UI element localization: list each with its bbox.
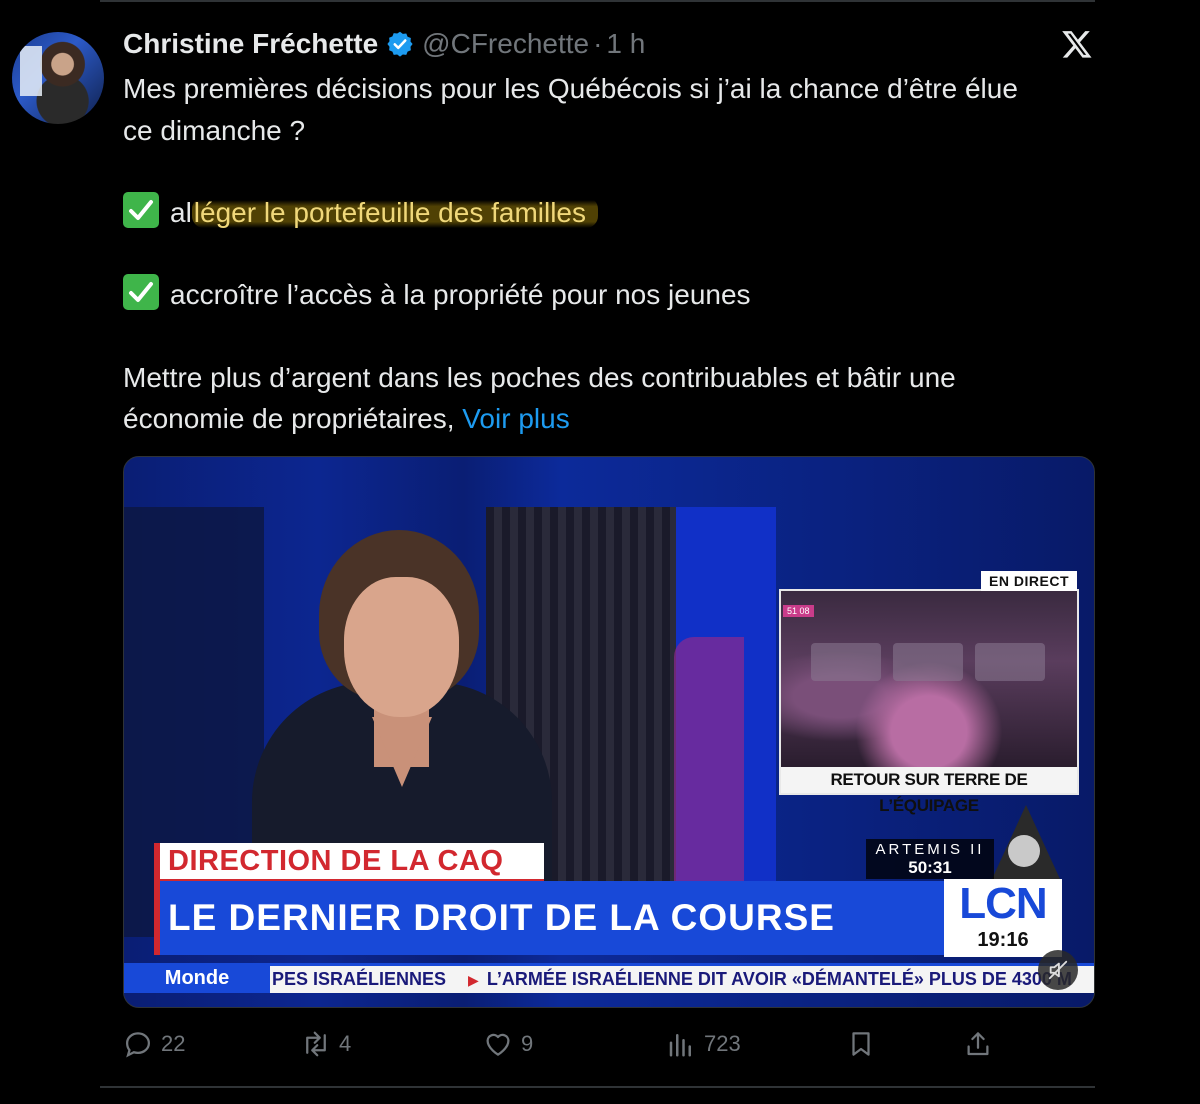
ticker-left: PES ISRAÉLIENNES — [272, 969, 447, 989]
like-icon — [486, 1033, 510, 1056]
timestamp[interactable]: 1 h — [606, 28, 645, 60]
reply-button[interactable]: 22 — [123, 1026, 185, 1062]
artemis-moon-icon — [1008, 835, 1040, 867]
bottom-divider — [100, 1086, 1095, 1088]
reply-count: 22 — [161, 1031, 186, 1056]
views-icon — [669, 1034, 691, 1057]
bookmark-button[interactable] — [846, 1026, 884, 1062]
author-handle[interactable]: @CFrechette — [422, 28, 589, 60]
ticker-text: PES ISRAÉLIENNES ▶ L’ARMÉE ISRAÉLIENNE DIT… — [272, 966, 1072, 993]
separator-dot: · — [593, 28, 603, 59]
share-icon — [967, 1032, 989, 1056]
channel-clock: 19:16 — [977, 929, 1029, 951]
like-count: 9 — [521, 1031, 534, 1056]
live-inset: EN DIRECT 51 08 RETOUR SUR TERRE DE L’ÉQ… — [779, 571, 1079, 815]
check-mark-icon — [123, 274, 159, 310]
tweet-header: Christine Fréchette @CFrechette · 1 h — [123, 26, 645, 62]
point-1-plain: al — [170, 197, 192, 228]
tweet-line-1: Mes premières décisions pour les Québéco… — [123, 73, 1018, 104]
views-count: 723 — [704, 1031, 741, 1056]
video-player[interactable]: EN DIRECT 51 08 RETOUR SUR TERRE DE L’ÉQ… — [123, 456, 1095, 1008]
retweet-icon — [306, 1031, 326, 1057]
reply-icon — [125, 1032, 151, 1058]
point-1-highlight: léger le portefeuille des familles — [191, 197, 599, 228]
verified-badge-icon — [387, 31, 413, 57]
views-button[interactable]: 723 — [666, 1026, 741, 1062]
channel-name: LCN — [959, 879, 1047, 928]
artemis-time: 50:31 — [908, 858, 952, 877]
tweet-closing-line-2: économie de propriétaires, Voir plus — [123, 398, 570, 439]
artemis-name: ARTEMIS II — [875, 841, 985, 858]
news-ticker: Monde PES ISRAÉLIENNES ▶ L’ARMÉE ISRAÉLIEN… — [124, 963, 1094, 993]
cockpit-window — [811, 643, 881, 681]
point-2-text: accroître l’accès à la propriété pour no… — [170, 279, 751, 310]
bookmark-icon — [852, 1032, 870, 1056]
ticker-arrow-icon: ▶ — [468, 972, 479, 988]
cockpit-window — [893, 643, 963, 681]
live-caption: RETOUR SUR TERRE DE L’ÉQUIPAGE — [781, 767, 1077, 815]
action-bar: 22 4 9 723 — [123, 1026, 1003, 1062]
ticker-label: Monde — [124, 963, 270, 993]
live-tag: EN DIRECT — [981, 571, 1077, 591]
artemis-countdown: ARTEMIS II 50:31 — [866, 839, 994, 879]
banner-main-text: LE DERNIER DROIT DE LA COURSE — [168, 897, 835, 938]
author-name[interactable]: Christine Fréchette — [123, 28, 378, 60]
retweet-count: 4 — [339, 1031, 352, 1056]
check-mark-icon — [123, 192, 159, 228]
cockpit-timer: 51 08 — [783, 605, 814, 617]
retweet-button[interactable]: 4 — [301, 1026, 351, 1062]
avatar[interactable] — [12, 32, 104, 124]
banner-top-text: DIRECTION DE LA CAQ — [168, 845, 504, 877]
mute-icon — [1048, 960, 1068, 980]
ticker-right: L’ARMÉE ISRAÉLIENNE DIT AVOIR «DÉMANTELÉ… — [486, 969, 1072, 989]
tweet-closing-line-1: Mettre plus d’argent dans les poches des… — [123, 362, 956, 393]
see-more-link[interactable]: Voir plus — [462, 403, 569, 434]
closing-text: économie de propriétaires, — [123, 403, 455, 434]
cockpit-window — [975, 643, 1045, 681]
speaker-face — [344, 577, 459, 717]
banner-main: LE DERNIER DROIT DE LA COURSE — [154, 881, 944, 955]
like-button[interactable]: 9 — [483, 1026, 533, 1062]
tweet-point-2: accroître l’accès à la propriété pour no… — [123, 274, 751, 315]
share-button[interactable] — [963, 1026, 1001, 1062]
x-logo-icon[interactable] — [1061, 28, 1093, 60]
mute-button[interactable] — [1038, 950, 1078, 990]
tweet-line-2: ce dimanche ? — [123, 115, 306, 146]
channel-logo: LCN 19:16 — [944, 879, 1062, 957]
cockpit-image: 51 08 — [781, 591, 1077, 767]
banner-top: DIRECTION DE LA CAQ — [154, 843, 544, 883]
tweet-point-1: alléger le portefeuille des familles — [123, 192, 599, 233]
top-divider — [100, 0, 1095, 2]
